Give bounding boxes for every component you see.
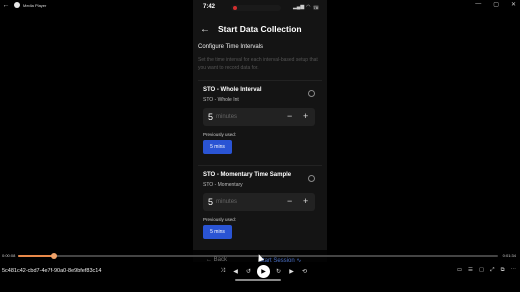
shuffle-icon[interactable]: ⤨ [218,267,227,276]
section-title: Configure Time Intervals [198,44,264,50]
captions-icon[interactable]: ▭ [457,267,462,274]
plus-icon[interactable]: + [303,111,308,121]
card-title: STO - Whole Interval [203,87,262,93]
select-radio[interactable] [308,175,315,182]
record-dot-icon [233,6,237,10]
plus-icon[interactable]: + [303,196,308,206]
back-icon[interactable]: ← [2,1,10,9]
seek-thumb[interactable] [51,253,57,259]
repeat-icon[interactable]: ⟲ [300,267,309,276]
signal-icon: ▂▄▆ [292,4,305,10]
stepper-value[interactable]: 5 [208,112,213,122]
previous-value-chip[interactable]: 5 mins [203,140,232,154]
status-time: 7:42 [203,4,216,10]
stepper-unit: minutes [216,114,238,120]
minutes-stepper[interactable]: 5 minutes − + [203,193,315,211]
start-session-label: Start Session [259,258,295,264]
interval-card-momentary: STO - Momentary Time Sample STO - Moment… [198,165,322,239]
card-title: STO - Momentary Time Sample [203,172,292,178]
minimize-button[interactable]: — [475,1,481,8]
back-arrow-icon[interactable]: ← [200,24,210,35]
home-indicator [235,279,281,281]
previously-used-label: Previously used: [203,132,237,137]
battery-icon: 78 [312,4,319,10]
minutes-stepper[interactable]: 5 minutes − + [203,108,315,126]
minus-icon[interactable]: − [287,111,292,121]
maximize-button[interactable]: ▢ [493,1,499,8]
recording-indicator [231,5,281,11]
previously-used-label: Previously used: [203,217,237,222]
status-bar: 7:42 ▂▄▆ ◠ 78 [193,0,327,20]
phone-screen: 7:42 ▂▄▆ ◠ 78 ← Start Data Collection Co… [193,0,327,262]
pulse-icon: ∿ [296,258,302,264]
playlist-icon[interactable]: ☰ [468,267,473,274]
media-filename: 5c481c42-cbd7-4e7f-90a0-8e9bfef83c14 [2,268,102,274]
start-session-button[interactable]: Start Session ∿ [259,257,301,264]
fullscreen-icon[interactable]: ⤢ [490,267,494,274]
forward-icon[interactable]: ↻ [274,267,283,276]
card-subtitle: STO - Whole Int [203,97,239,103]
rewind-icon[interactable]: ↺ [244,267,253,276]
select-radio[interactable] [308,90,315,97]
cast-icon[interactable]: ▢ [479,267,484,274]
elapsed-time: 0:00:08 [2,253,16,258]
section-description: Set the time interval for each interval-… [198,57,318,71]
back-arrow-icon: ← [206,257,212,263]
wifi-icon: ◠ [306,4,311,10]
seek-progress [18,255,54,257]
page-title: Start Data Collection [218,24,302,34]
total-time: 0:01:34 [502,253,516,258]
previous-icon[interactable]: ◀ [231,267,240,276]
card-subtitle: STO - Momentary [203,182,243,188]
next-icon[interactable]: ▶ [287,267,296,276]
screen-header: ← Start Data Collection [193,20,327,38]
more-options-icon[interactable]: ⋯ [511,267,517,274]
close-button[interactable]: ✕ [511,1,516,8]
mini-player-icon[interactable]: ⧉ [501,267,505,274]
previous-value-chip[interactable]: 5 mins [203,225,232,239]
minus-icon[interactable]: − [287,196,292,206]
stepper-unit: minutes [216,199,238,205]
interval-card-whole: STO - Whole Interval STO - Whole Int 5 m… [198,80,322,154]
stepper-value[interactable]: 5 [208,197,213,207]
back-button[interactable]: ← Back [206,257,227,263]
window-title: Media Player [23,2,47,8]
back-button-label: Back [213,257,228,263]
media-player-app-icon [14,2,20,8]
